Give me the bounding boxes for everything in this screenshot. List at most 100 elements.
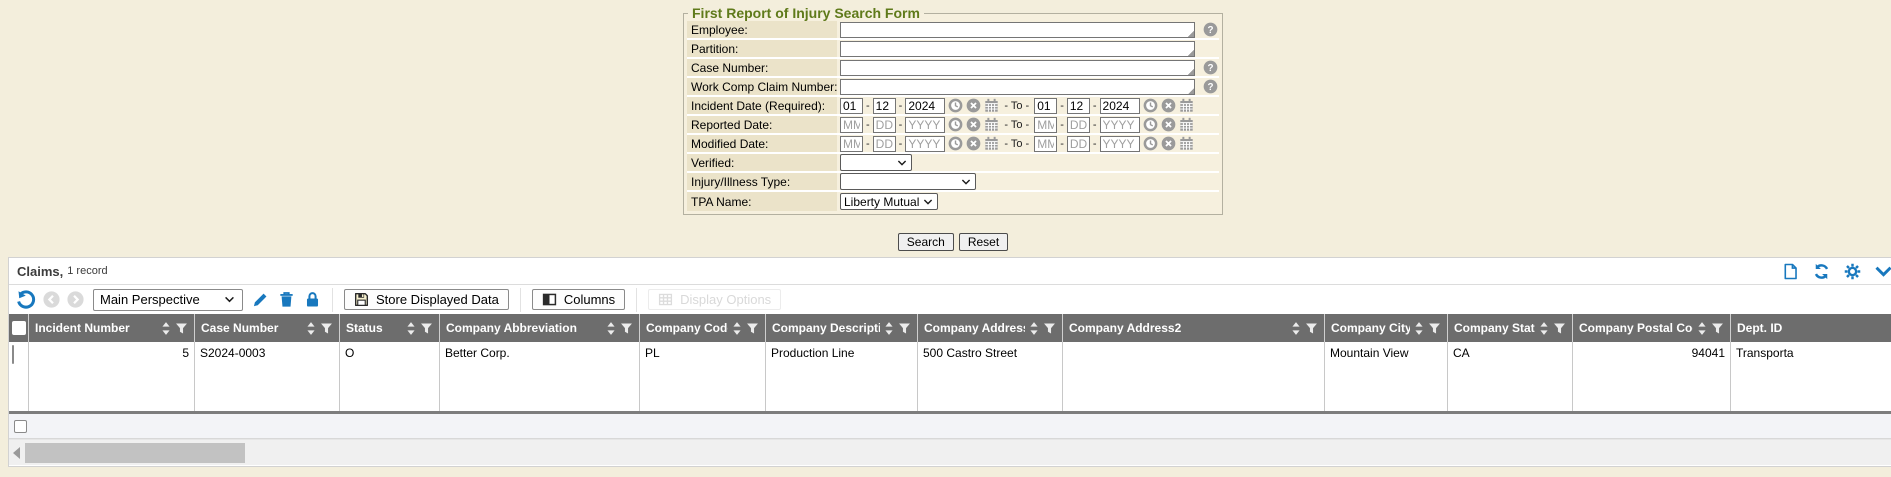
reported-to-year-input[interactable] [1100, 117, 1140, 133]
column-header-company-city[interactable]: Company City [1325, 314, 1448, 342]
clear-icon[interactable] [966, 136, 981, 151]
clear-icon[interactable] [966, 117, 981, 132]
filter-funnel-icon[interactable] [1043, 322, 1056, 335]
lock-icon[interactable] [304, 291, 321, 308]
time-icon[interactable] [1143, 136, 1158, 151]
calendar-icon[interactable] [1179, 136, 1194, 151]
filter-funnel-icon[interactable] [746, 322, 759, 335]
filter-funnel-icon[interactable] [1553, 322, 1566, 335]
column-header-company-abbreviation[interactable]: Company Abbreviation [440, 314, 640, 342]
column-header-company-code[interactable]: Company Code [640, 314, 766, 342]
refresh-icon[interactable] [1813, 263, 1830, 280]
help-icon[interactable] [1203, 79, 1218, 94]
modified-from-day-input[interactable] [873, 136, 896, 152]
clear-icon[interactable] [1161, 117, 1176, 132]
employee-input[interactable] [840, 22, 1195, 38]
verified-select[interactable] [840, 154, 912, 171]
sort-icon[interactable] [161, 321, 171, 336]
sort-icon[interactable] [306, 321, 316, 336]
sort-icon[interactable] [1029, 321, 1039, 336]
help-icon[interactable] [1203, 22, 1218, 37]
incident-to-month-input[interactable] [1034, 98, 1057, 114]
filter-funnel-icon[interactable] [1305, 322, 1318, 335]
sort-icon[interactable] [732, 321, 742, 336]
reported-from-year-input[interactable] [905, 117, 945, 133]
reported-from-month-input[interactable] [840, 117, 863, 133]
filter-funnel-icon[interactable] [320, 322, 333, 335]
column-header-case-number[interactable]: Case Number [195, 314, 340, 342]
time-icon[interactable] [948, 117, 963, 132]
scroll-left-arrow-icon[interactable] [13, 447, 20, 459]
calendar-icon[interactable] [984, 117, 999, 132]
modified-to-month-input[interactable] [1034, 136, 1057, 152]
reported-to-day-input[interactable] [1067, 117, 1090, 133]
modified-to-day-input[interactable] [1067, 136, 1090, 152]
horizontal-scrollbar[interactable] [9, 439, 1891, 465]
chevron-down-icon[interactable] [1875, 263, 1891, 280]
column-header-dept-id[interactable]: Dept. ID [1731, 314, 1891, 342]
time-icon[interactable] [1143, 117, 1158, 132]
column-header-company-address1[interactable]: Company Address1 [918, 314, 1063, 342]
incident-from-year-input[interactable] [905, 98, 945, 114]
incident-to-day-input[interactable] [1067, 98, 1090, 114]
store-displayed-data-button[interactable]: Store Displayed Data [344, 289, 509, 310]
filter-funnel-icon[interactable] [898, 322, 911, 335]
work-comp-input[interactable] [840, 79, 1195, 95]
search-button[interactable]: Search [898, 233, 954, 251]
clear-icon[interactable] [1161, 136, 1176, 151]
row-checkbox[interactable] [12, 345, 14, 364]
sort-icon[interactable] [1697, 321, 1707, 336]
undo-icon[interactable] [16, 290, 36, 310]
new-document-icon[interactable] [1782, 263, 1799, 280]
modified-from-month-input[interactable] [840, 136, 863, 152]
column-header-company-description[interactable]: Company Description [766, 314, 918, 342]
time-icon[interactable] [948, 136, 963, 151]
injury-type-select[interactable] [840, 173, 976, 190]
filter-funnel-icon[interactable] [620, 322, 633, 335]
case-number-input[interactable] [840, 60, 1195, 76]
edit-pencil-icon[interactable] [252, 291, 269, 308]
scrollbar-thumb[interactable] [25, 443, 245, 463]
modified-from-year-input[interactable] [905, 136, 945, 152]
column-header-incident-number[interactable]: Incident Number [29, 314, 195, 342]
sort-icon[interactable] [406, 321, 416, 336]
incident-to-year-input[interactable] [1100, 98, 1140, 114]
column-header-company-address2[interactable]: Company Address2 [1063, 314, 1325, 342]
incident-from-day-input[interactable] [873, 98, 896, 114]
filter-funnel-icon[interactable] [175, 322, 188, 335]
perspective-select[interactable]: Main Perspective [93, 289, 243, 311]
reported-to-month-input[interactable] [1034, 117, 1057, 133]
footer-checkbox[interactable] [14, 420, 27, 433]
calendar-icon[interactable] [1179, 98, 1194, 113]
sort-icon[interactable] [884, 321, 894, 336]
sort-icon[interactable] [1539, 321, 1549, 336]
clear-icon[interactable] [966, 98, 981, 113]
delete-trash-icon[interactable] [278, 291, 295, 308]
column-header-status[interactable]: Status [340, 314, 440, 342]
reset-button[interactable]: Reset [959, 233, 1008, 251]
help-icon[interactable] [1203, 60, 1218, 75]
time-icon[interactable] [948, 98, 963, 113]
table-row[interactable]: 5 S2024-0003 O Better Corp. PL Productio… [9, 342, 1891, 414]
calendar-icon[interactable] [984, 98, 999, 113]
gear-icon[interactable] [1844, 263, 1861, 280]
select-all-checkbox[interactable] [12, 321, 26, 335]
partition-input[interactable] [840, 41, 1195, 57]
sort-icon[interactable] [606, 321, 616, 336]
calendar-icon[interactable] [984, 136, 999, 151]
filter-funnel-icon[interactable] [1711, 322, 1724, 335]
tpa-name-select[interactable]: Liberty Mutual [840, 193, 938, 210]
time-icon[interactable] [1143, 98, 1158, 113]
clear-icon[interactable] [1161, 98, 1176, 113]
filter-funnel-icon[interactable] [420, 322, 433, 335]
incident-from-month-input[interactable] [840, 98, 863, 114]
sort-icon[interactable] [1291, 321, 1301, 336]
modified-to-year-input[interactable] [1100, 136, 1140, 152]
columns-button[interactable]: Columns [532, 289, 625, 310]
reported-from-day-input[interactable] [873, 117, 896, 133]
sort-icon[interactable] [1414, 321, 1424, 336]
column-header-company-state[interactable]: Company State [1448, 314, 1573, 342]
calendar-icon[interactable] [1179, 117, 1194, 132]
filter-funnel-icon[interactable] [1428, 322, 1441, 335]
column-header-company-postal-code[interactable]: Company Postal Code [1573, 314, 1731, 342]
